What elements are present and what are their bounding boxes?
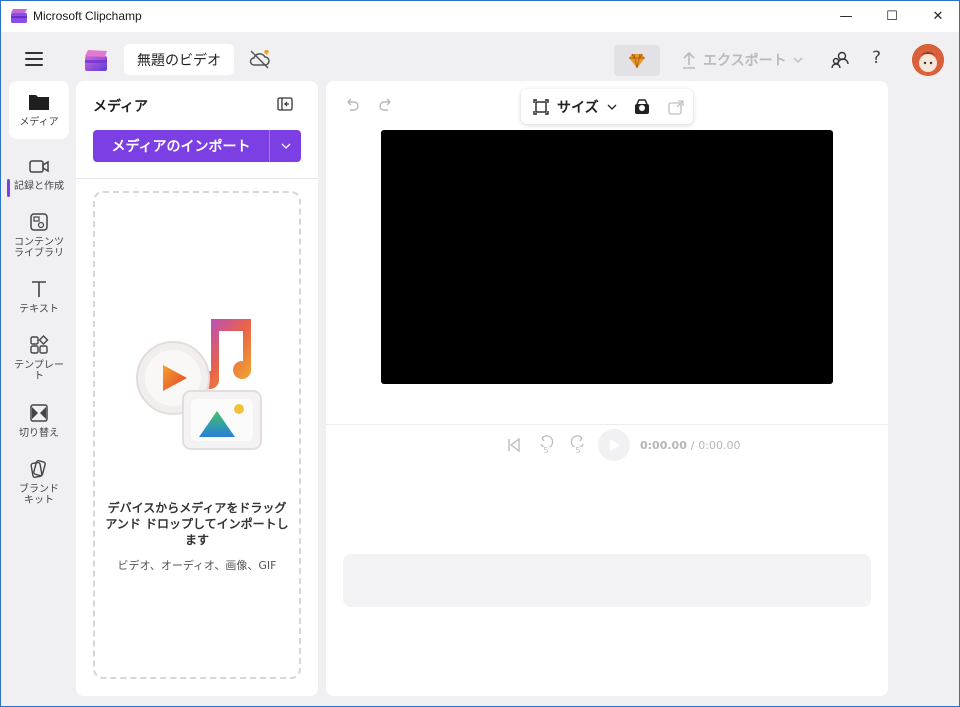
nav-transitions[interactable]: 切り替え	[9, 402, 69, 439]
export-button[interactable]: エクスポート	[681, 49, 803, 71]
app-logo-icon	[85, 50, 107, 71]
help-icon[interactable]: ?	[872, 48, 881, 68]
resize-frame-icon	[533, 99, 549, 115]
share-people-icon[interactable]	[830, 50, 850, 70]
skip-back-icon	[508, 437, 520, 453]
redo-icon[interactable]	[378, 98, 394, 112]
nav-brand-kit[interactable]: ブランド キット	[9, 458, 69, 506]
nav-media-label: メディア	[19, 117, 59, 128]
current-time: 0:00.00	[640, 438, 687, 452]
forward-seconds: 5	[575, 446, 581, 455]
upload-icon	[683, 51, 695, 69]
export-frame-icon[interactable]	[667, 98, 685, 116]
maximize-button[interactable]: ☐	[869, 1, 915, 32]
diamond-icon	[629, 53, 645, 68]
nav-brand-kit-label: ブランド キット	[19, 484, 59, 506]
hamburger-menu-icon[interactable]	[25, 52, 43, 66]
minimize-button[interactable]: —	[823, 1, 869, 32]
templates-icon	[30, 335, 49, 354]
folder-icon	[29, 95, 49, 110]
chevron-down-icon	[607, 104, 617, 110]
project-title[interactable]: 無題のビデオ	[124, 44, 234, 75]
library-icon	[30, 213, 48, 231]
chevron-down-icon	[281, 143, 290, 149]
nav-transitions-label: 切り替え	[19, 428, 59, 439]
time-separator: /	[690, 438, 695, 452]
app-window: Microsoft Clipchamp — ☐ ✕ 無題のビデオ エクスポート …	[0, 0, 960, 707]
nav-text[interactable]: テキスト	[9, 278, 69, 315]
left-nav-rail: メディア 記録と作成 コンテンツ ライブラリ テキスト テンプレー ト 切り替え…	[1, 81, 77, 701]
media-illustration-icon	[136, 319, 262, 450]
total-time: 0:00.00	[698, 438, 741, 452]
time-display: 0:00.00 / 0:00.00	[640, 439, 740, 452]
nav-text-label: テキスト	[19, 304, 59, 315]
forward-5-button[interactable]: 5	[562, 429, 594, 461]
media-drop-zone[interactable]: デバイスからメディアをドラッグ アンド ドロップしてインポートします ビデオ、オ…	[93, 191, 301, 679]
nav-templates-label: テンプレー ト	[14, 360, 64, 382]
premium-button[interactable]	[614, 45, 660, 76]
camera-icon	[29, 160, 49, 173]
title-bar: Microsoft Clipchamp — ☐ ✕	[1, 1, 959, 32]
panel-divider	[76, 178, 318, 179]
export-label: エクスポート	[703, 53, 787, 69]
app-header: 無題のビデオ エクスポート ?	[1, 32, 959, 88]
media-panel-title: メディア	[93, 99, 149, 115]
play-icon	[610, 439, 620, 451]
brand-kit-icon	[30, 459, 46, 478]
nav-media[interactable]: メディア	[9, 81, 69, 139]
drop-zone-text: デバイスからメディアをドラッグ アンド ドロップしてインポートします	[105, 501, 289, 547]
avatar[interactable]	[912, 44, 944, 76]
nav-library-label: コンテンツ ライブラリ	[14, 237, 64, 259]
text-icon	[32, 281, 46, 297]
playback-controls: 5 5 0:00.00 / 0:00.00	[498, 429, 740, 461]
drop-zone-formats: ビデオ、オーディオ、画像、GIF	[117, 559, 277, 572]
background-remover-icon[interactable]	[633, 98, 651, 116]
import-media-button[interactable]: メディアのインポート	[93, 130, 269, 162]
chevron-down-icon	[793, 57, 803, 63]
close-button[interactable]: ✕	[915, 1, 959, 32]
floating-toolbar: サイズ	[521, 89, 693, 124]
preview-panel: サイズ 5 5 0:00.00 / 0:00.00	[326, 81, 888, 696]
video-canvas[interactable]	[381, 130, 833, 384]
aspect-ratio-button[interactable]: サイズ	[533, 97, 617, 117]
nav-content-library[interactable]: コンテンツ ライブラリ	[9, 211, 69, 259]
skip-to-start-button[interactable]	[498, 429, 530, 461]
play-button[interactable]	[598, 429, 630, 461]
avatar-image-icon	[912, 44, 944, 76]
window-title: Microsoft Clipchamp	[33, 9, 142, 23]
rewind-seconds: 5	[543, 446, 549, 455]
nav-record-label: 記録と作成	[14, 181, 64, 192]
clipchamp-logo-icon	[11, 9, 27, 23]
timeline-area[interactable]	[343, 554, 871, 607]
nav-record-create[interactable]: 記録と作成	[9, 155, 69, 192]
nav-templates[interactable]: テンプレー ト	[9, 334, 69, 382]
transition-icon	[30, 404, 48, 422]
preview-divider	[326, 424, 888, 425]
collapse-panel-icon[interactable]	[277, 97, 293, 111]
undo-icon[interactable]	[344, 98, 360, 112]
import-dropdown-button[interactable]	[269, 130, 301, 162]
size-label: サイズ	[557, 100, 599, 116]
rewind-5-button[interactable]: 5	[530, 429, 562, 461]
media-panel: メディア メディアのインポート デバイスからメディアをドラッグ アンド ドロップ…	[76, 81, 318, 696]
cloud-sync-off-icon[interactable]	[248, 48, 272, 70]
